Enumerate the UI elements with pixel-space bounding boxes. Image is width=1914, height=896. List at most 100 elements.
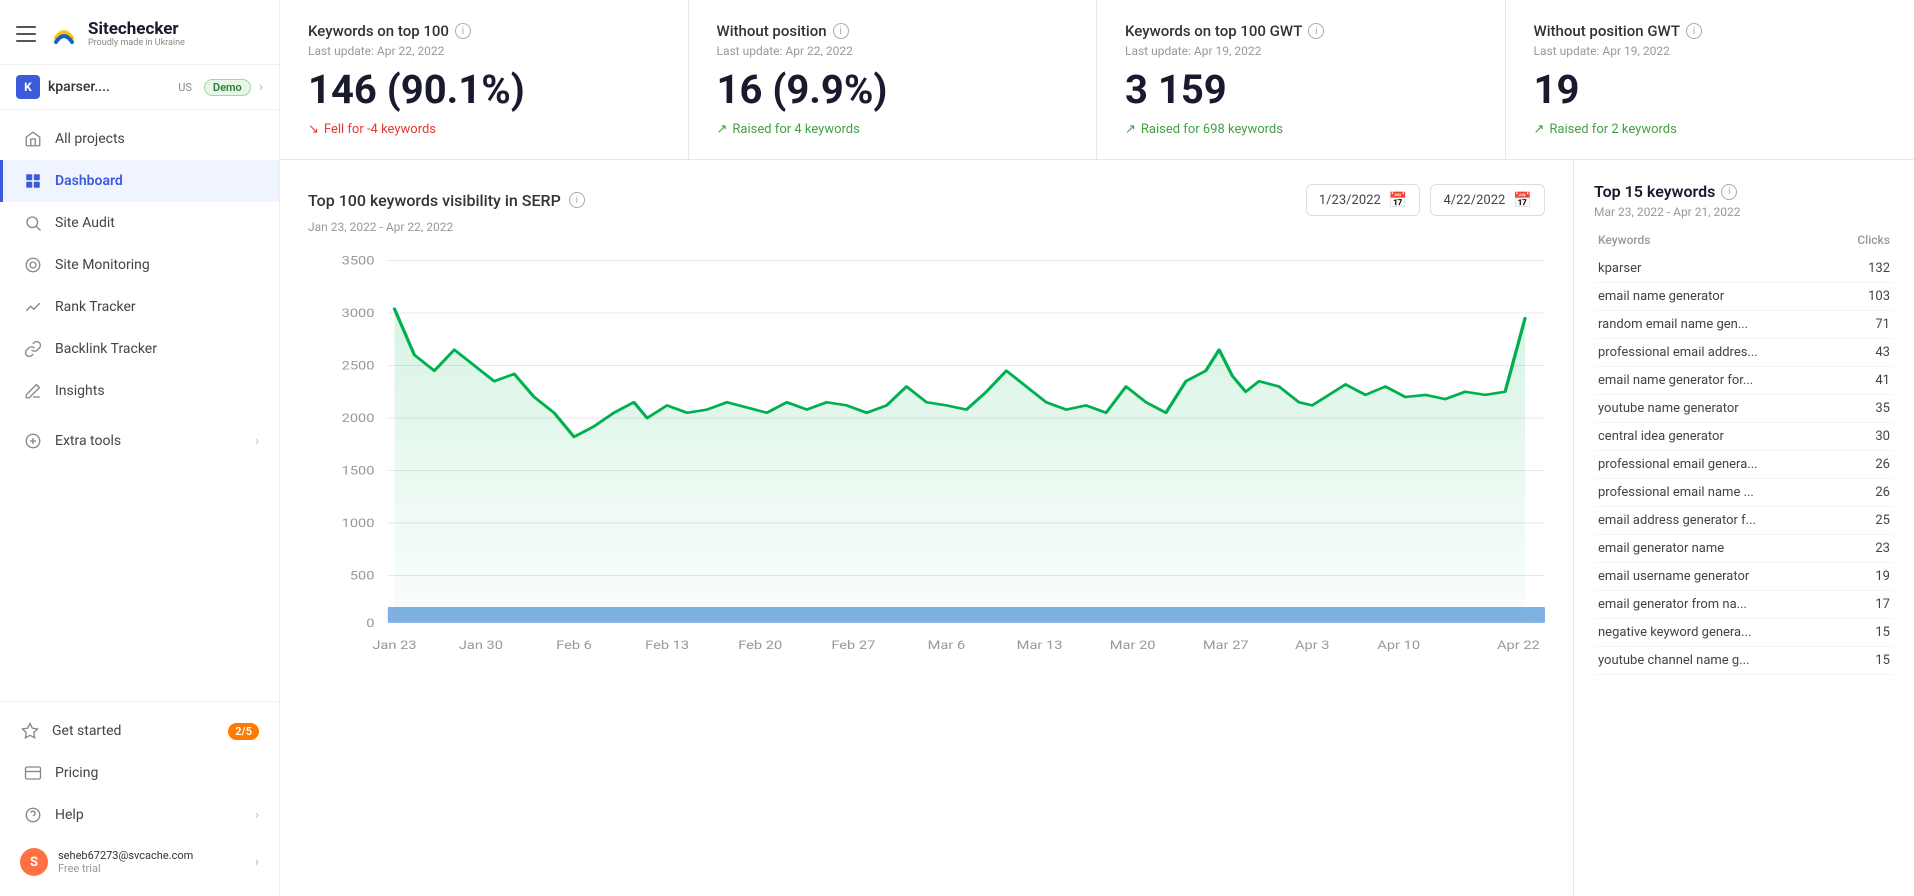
hamburger-icon[interactable] xyxy=(16,26,36,42)
stat-value-3: 19 xyxy=(1534,70,1887,110)
svg-text:Mar 13: Mar 13 xyxy=(1017,639,1063,652)
info-icon-0[interactable]: i xyxy=(455,23,471,39)
svg-text:Jan 23: Jan 23 xyxy=(372,639,416,652)
keyword-row: email name generator for... 41 xyxy=(1594,367,1894,395)
svg-text:1500: 1500 xyxy=(342,465,375,478)
stat-change-2: Raised for 698 keywords xyxy=(1125,122,1477,137)
svg-text:500: 500 xyxy=(350,570,375,583)
logo-subtitle: Proudly made in Ukraine xyxy=(88,38,185,48)
stat-title-1: Without position xyxy=(717,22,827,40)
user-avatar: S xyxy=(20,848,48,876)
sidebar-item-insights[interactable]: Insights xyxy=(0,370,279,412)
sidebar-item-site-monitoring[interactable]: Site Monitoring xyxy=(0,244,279,286)
keyword-clicks: 43 xyxy=(1850,345,1890,360)
keywords-list: kparser 132 email name generator 103 ran… xyxy=(1594,255,1894,675)
keyword-clicks: 26 xyxy=(1850,457,1890,472)
help-icon xyxy=(23,805,43,825)
project-name: kparser.... xyxy=(48,79,170,95)
calendar-to-icon: 📅 xyxy=(1513,191,1532,209)
date-picker-to[interactable]: 4/22/2022 📅 xyxy=(1430,184,1545,216)
keywords-col-clicks: Clicks xyxy=(1857,233,1890,247)
bottom-section: Top 100 keywords visibility in SERP i 1/… xyxy=(280,160,1914,896)
svg-text:Apr 22: Apr 22 xyxy=(1497,639,1540,652)
keyword-row: random email name gen... 71 xyxy=(1594,311,1894,339)
date-picker-from[interactable]: 1/23/2022 📅 xyxy=(1306,184,1421,216)
stat-value-0: 146 (90.1%) xyxy=(308,70,660,110)
info-icon-2[interactable]: i xyxy=(1308,23,1324,39)
project-chevron-icon: › xyxy=(259,79,263,95)
backlink-icon xyxy=(23,339,43,359)
keyword-clicks: 23 xyxy=(1850,541,1890,556)
keyword-clicks: 30 xyxy=(1850,429,1890,444)
sidebar-item-label-extra-tools: Extra tools xyxy=(55,433,121,449)
svg-text:Apr 3: Apr 3 xyxy=(1295,639,1330,652)
stat-title-row-2: Keywords on top 100 GWT i xyxy=(1125,22,1477,40)
sidebar-item-dashboard[interactable]: Dashboard xyxy=(0,160,279,202)
user-row[interactable]: S seheb67273@svcache.com Free trial › xyxy=(0,836,279,888)
sidebar-item-label-all-projects: All projects xyxy=(55,131,125,147)
site-audit-icon xyxy=(23,213,43,233)
stat-change-text-0: Fell for -4 keywords xyxy=(324,122,436,137)
svg-text:2500: 2500 xyxy=(342,360,375,373)
sidebar-item-pricing[interactable]: Pricing xyxy=(0,752,279,794)
project-avatar: K xyxy=(16,75,40,99)
info-icon-1[interactable]: i xyxy=(833,23,849,39)
chart-date-range: Jan 23, 2022 - Apr 22, 2022 xyxy=(308,220,1545,234)
logo-title: Sitechecker xyxy=(88,20,185,39)
chart-svg: 3500 3000 2500 2000 1500 1000 500 0 Jan … xyxy=(308,250,1545,670)
keyword-row: professional email genera... 26 xyxy=(1594,451,1894,479)
chart-info-icon[interactable]: i xyxy=(569,192,585,208)
help-chevron-icon: › xyxy=(255,808,259,823)
sidebar-item-backlink-tracker[interactable]: Backlink Tracker xyxy=(0,328,279,370)
stat-title-row-3: Without position GWT i xyxy=(1534,22,1887,40)
svg-text:Apr 10: Apr 10 xyxy=(1377,639,1420,652)
info-icon-3[interactable]: i xyxy=(1686,23,1702,39)
keywords-title: Top 15 keywords xyxy=(1594,182,1715,201)
get-started-badge: 2/5 xyxy=(228,723,259,740)
svg-text:Mar 27: Mar 27 xyxy=(1203,639,1249,652)
project-row[interactable]: K kparser.... US Demo › xyxy=(0,65,279,110)
keyword-row: email generator name 23 xyxy=(1594,535,1894,563)
keyword-clicks: 132 xyxy=(1850,261,1890,276)
demo-badge: Demo xyxy=(204,79,251,96)
logo-icon xyxy=(48,18,80,50)
keywords-date: Mar 23, 2022 - Apr 21, 2022 xyxy=(1594,205,1894,219)
sidebar-item-label-backlink-tracker: Backlink Tracker xyxy=(55,341,157,357)
svg-text:Mar 20: Mar 20 xyxy=(1110,639,1156,652)
user-plan: Free trial xyxy=(58,862,245,875)
keyword-clicks: 71 xyxy=(1850,317,1890,332)
keyword-clicks: 25 xyxy=(1850,513,1890,528)
date-from-value: 1/23/2022 xyxy=(1319,193,1381,208)
sidebar-item-extra-tools[interactable]: Extra tools › xyxy=(0,420,279,462)
keyword-clicks: 15 xyxy=(1850,625,1890,640)
keyword-clicks: 19 xyxy=(1850,569,1890,584)
stat-change-1: Raised for 4 keywords xyxy=(717,122,1069,137)
keyword-row: youtube channel name g... 15 xyxy=(1594,647,1894,675)
sidebar-item-label-dashboard: Dashboard xyxy=(55,173,123,189)
extra-tools-icon xyxy=(23,431,43,451)
sidebar-bottom: Get started 2/5 Pricing Help xyxy=(0,701,279,896)
stat-title-2: Keywords on top 100 GWT xyxy=(1125,22,1302,40)
nav-section: All projects Dashboard Site xyxy=(0,110,279,701)
svg-text:Feb 27: Feb 27 xyxy=(831,639,875,652)
keywords-panel: Top 15 keywords i Mar 23, 2022 - Apr 21,… xyxy=(1574,160,1914,896)
svg-text:Feb 6: Feb 6 xyxy=(556,639,592,652)
keyword-row: professional email name ... 26 xyxy=(1594,479,1894,507)
sidebar-item-label-site-audit: Site Audit xyxy=(55,215,115,231)
keyword-name: negative keyword genera... xyxy=(1598,625,1828,640)
keyword-name: email generator name xyxy=(1598,541,1828,556)
keyword-clicks: 35 xyxy=(1850,401,1890,416)
stat-title-row-0: Keywords on top 100 i xyxy=(308,22,660,40)
chart-section: Top 100 keywords visibility in SERP i 1/… xyxy=(280,160,1574,896)
sidebar-item-label-site-monitoring: Site Monitoring xyxy=(55,257,150,273)
keyword-clicks: 17 xyxy=(1850,597,1890,612)
svg-text:Feb 13: Feb 13 xyxy=(645,639,689,652)
sidebar-item-all-projects[interactable]: All projects xyxy=(0,118,279,160)
sidebar-item-get-started[interactable]: Get started 2/5 xyxy=(0,710,279,752)
keywords-info-icon[interactable]: i xyxy=(1721,184,1737,200)
sidebar-item-site-audit[interactable]: Site Audit xyxy=(0,202,279,244)
keyword-name: email address generator f... xyxy=(1598,513,1828,528)
sidebar-item-rank-tracker[interactable]: Rank Tracker xyxy=(0,286,279,328)
svg-text:1000: 1000 xyxy=(342,518,375,531)
sidebar-item-help[interactable]: Help › xyxy=(0,794,279,836)
